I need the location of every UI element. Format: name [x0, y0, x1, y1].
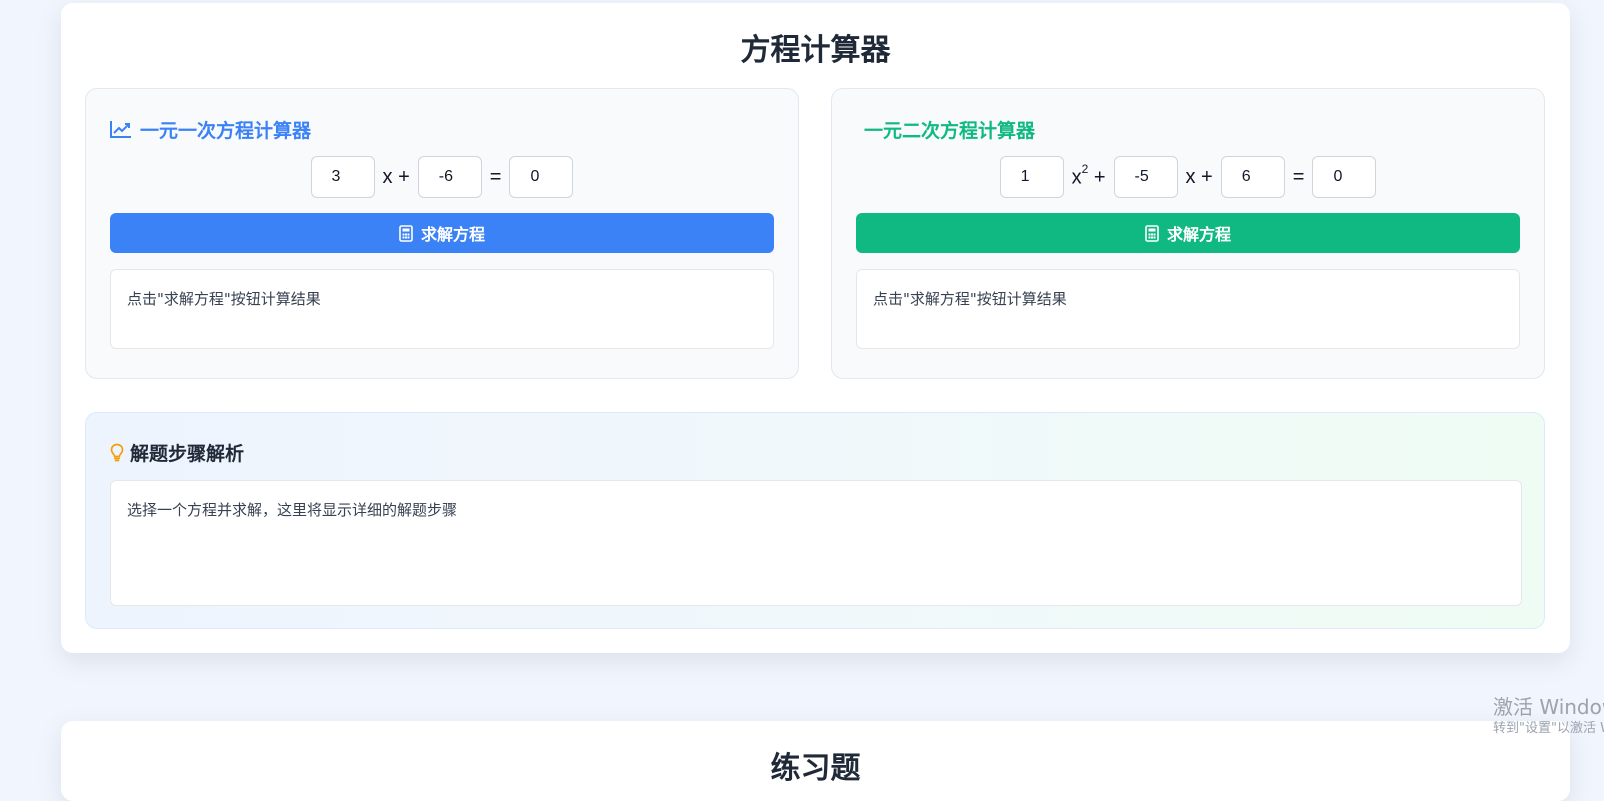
steps-content-box: 选择一个方程并求解，这里将显示详细的解题步骤 [110, 480, 1522, 606]
quadratic-equation-row: x2 + x + = [832, 156, 1544, 198]
linear-heading-text: 一元一次方程计算器 [140, 119, 312, 142]
quadratic-coef-a-input[interactable] [999, 156, 1064, 198]
steps-heading-text: 解题步骤解析 [130, 443, 245, 465]
solution-steps-panel: 解题步骤解析 选择一个方程并求解，这里将显示详细的解题步骤 [85, 412, 1545, 629]
quadratic-solve-button[interactable]: 求解方程 [856, 213, 1520, 253]
lightbulb-icon [110, 443, 124, 462]
linear-equation-row: x + = [86, 156, 798, 198]
chart-line-icon [110, 121, 131, 138]
quadratic-result-text: 点击"求解方程"按钮计算结果 [873, 290, 1067, 308]
linear-equation-panel: 一元一次方程计算器 x + = 求解方程 点击"求解方程"按钮计算结果 [85, 88, 799, 379]
calculator-icon [1145, 224, 1159, 242]
practice-title: 练习题 [770, 751, 861, 786]
linear-equals-sign: = [489, 165, 502, 188]
steps-placeholder-text: 选择一个方程并求解，这里将显示详细的解题步骤 [127, 501, 458, 519]
linear-coef-b-input[interactable] [417, 156, 482, 198]
quadratic-plus-sign: + [1093, 166, 1106, 189]
equation-calculator-card: 方程计算器 一元一次方程计算器 x + = [61, 3, 1570, 653]
linear-result-box: 点击"求解方程"按钮计算结果 [110, 269, 774, 349]
linear-panel-heading: 一元一次方程计算器 [110, 116, 311, 142]
quadratic-panel-heading: 一元二次方程计算器 [864, 116, 1035, 142]
page-title: 方程计算器 [740, 33, 891, 68]
watermark-line-2: 转到"设置"以激活 Windows。 [1493, 721, 1604, 736]
quadratic-x2-term: x2 + [1071, 161, 1106, 190]
quadratic-result-box: 点击"求解方程"按钮计算结果 [856, 269, 1520, 349]
quadratic-x-term: x + [1185, 165, 1213, 188]
quadratic-heading-text: 一元二次方程计算器 [864, 119, 1036, 142]
linear-solve-button[interactable]: 求解方程 [110, 213, 774, 253]
quadratic-coef-b-input[interactable] [1113, 156, 1178, 198]
quadratic-solve-label: 求解方程 [1166, 225, 1231, 244]
linear-coef-c-input[interactable] [509, 156, 574, 198]
quadratic-equals-sign: = [1292, 165, 1305, 188]
linear-solve-label: 求解方程 [420, 225, 485, 244]
linear-coef-a-input[interactable] [310, 156, 375, 198]
linear-x-term: x + [382, 165, 410, 188]
windows-activation-watermark: 激活 Windows 转到"设置"以激活 Windows。 [1493, 694, 1604, 738]
x-squared-base: x [1071, 166, 1082, 189]
practice-card: 练习题 [61, 721, 1570, 801]
quadratic-equation-panel: 一元二次方程计算器 x2 + x + = 求解方程 [831, 88, 1545, 379]
calculator-icon [399, 224, 413, 242]
linear-result-text: 点击"求解方程"按钮计算结果 [127, 290, 321, 308]
quadratic-coef-d-input[interactable] [1312, 156, 1377, 198]
steps-heading: 解题步骤解析 [110, 439, 244, 466]
quadratic-coef-c-input[interactable] [1220, 156, 1285, 198]
x-squared-exponent: 2 [1081, 161, 1089, 176]
watermark-line-1: 激活 Windows [1493, 695, 1604, 719]
